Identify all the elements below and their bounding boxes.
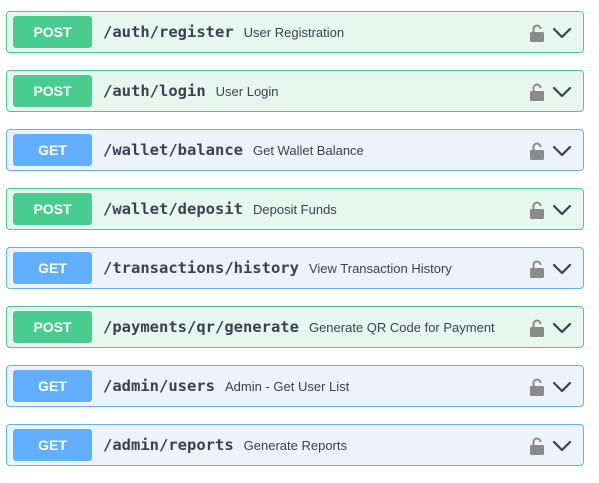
lock-icon[interactable] xyxy=(529,24,545,42)
operation-post-payments-qr-generate[interactable]: POST /payments/qr/generate Generate QR C… xyxy=(6,306,584,348)
operation-summary: Deposit Funds xyxy=(252,201,337,217)
operation-path: /admin/users xyxy=(103,377,215,395)
lock-icon[interactable] xyxy=(529,260,545,278)
operation-summary: View Transaction History xyxy=(308,260,452,276)
operation-path: /payments/qr/generate xyxy=(103,318,299,336)
operation-post-wallet-deposit[interactable]: POST /wallet/deposit Deposit Funds xyxy=(6,188,584,230)
operations-list: POST /auth/register User Registration PO… xyxy=(6,11,584,483)
lock-icon[interactable] xyxy=(529,201,545,219)
operation-get-admin-reports[interactable]: GET /admin/reports Generate Reports xyxy=(6,424,584,466)
chevron-down-icon[interactable] xyxy=(552,85,572,99)
chevron-down-icon[interactable] xyxy=(552,380,572,394)
chevron-down-icon[interactable] xyxy=(552,321,572,335)
lock-icon[interactable] xyxy=(529,83,545,101)
operation-summary: Admin - Get User List xyxy=(224,378,350,394)
operation-path: /wallet/balance xyxy=(103,141,243,159)
operation-summary: User Login xyxy=(215,83,279,99)
method-badge: GET xyxy=(13,252,92,284)
lock-icon[interactable] xyxy=(529,437,545,455)
operation-summary: Get Wallet Balance xyxy=(252,142,364,158)
operation-path: /wallet/deposit xyxy=(103,200,243,218)
method-badge: GET xyxy=(13,134,92,166)
operation-path: /admin/reports xyxy=(103,436,234,454)
chevron-down-icon[interactable] xyxy=(552,439,572,453)
operation-get-wallet-balance[interactable]: GET /wallet/balance Get Wallet Balance xyxy=(6,129,584,171)
method-badge: POST xyxy=(13,311,92,343)
chevron-down-icon[interactable] xyxy=(552,203,572,217)
operation-path: /auth/login xyxy=(103,82,206,100)
operation-post-auth-login[interactable]: POST /auth/login User Login xyxy=(6,70,584,112)
lock-icon[interactable] xyxy=(529,142,545,160)
operation-get-transactions-history[interactable]: GET /transactions/history View Transacti… xyxy=(6,247,584,289)
chevron-down-icon[interactable] xyxy=(552,26,572,40)
operation-path: /auth/register xyxy=(103,23,234,41)
method-badge: GET xyxy=(13,370,92,402)
operation-summary: User Registration xyxy=(243,24,345,40)
lock-icon[interactable] xyxy=(529,319,545,337)
operation-post-auth-register[interactable]: POST /auth/register User Registration xyxy=(6,11,584,53)
method-badge: POST xyxy=(13,75,92,107)
operation-path: /transactions/history xyxy=(103,259,299,277)
chevron-down-icon[interactable] xyxy=(552,144,572,158)
operation-summary: Generate Reports xyxy=(243,437,347,453)
method-badge: GET xyxy=(13,429,92,461)
operation-get-admin-users[interactable]: GET /admin/users Admin - Get User List xyxy=(6,365,584,407)
method-badge: POST xyxy=(13,193,92,225)
operation-summary: Generate QR Code for Payment xyxy=(308,319,495,335)
chevron-down-icon[interactable] xyxy=(552,262,572,276)
method-badge: POST xyxy=(13,16,92,48)
lock-icon[interactable] xyxy=(529,378,545,396)
